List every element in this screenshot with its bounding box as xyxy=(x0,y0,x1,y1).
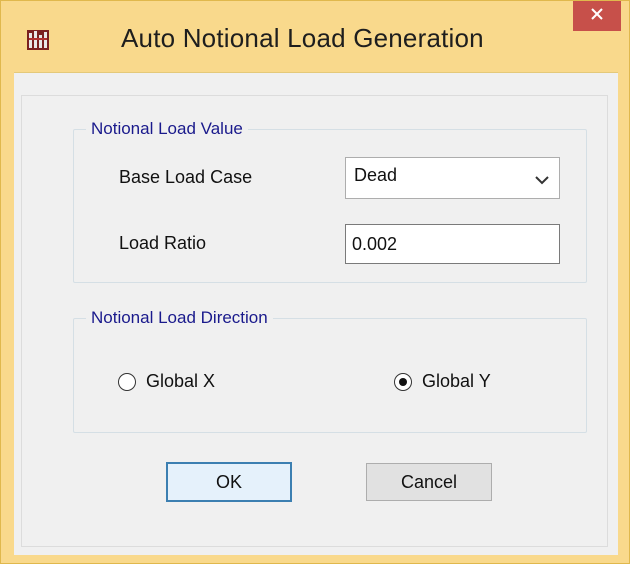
radio-label-global-x: Global X xyxy=(146,371,216,391)
base-load-case-dropdown[interactable]: Dead xyxy=(345,157,560,199)
group-legend-notional-load-value: Notional Load Value xyxy=(86,119,248,139)
dialog-body: Notional Load Value Base Load Case Dead … xyxy=(14,72,618,555)
radio-global-x[interactable]: Global X xyxy=(118,371,215,392)
base-load-case-value: Dead xyxy=(354,165,398,185)
chevron-down-icon xyxy=(535,172,549,190)
content-panel: Notional Load Value Base Load Case Dead … xyxy=(21,95,608,547)
close-icon xyxy=(590,7,604,26)
load-ratio-label: Load Ratio xyxy=(119,233,207,253)
radio-selected-dot xyxy=(399,377,407,386)
cancel-button[interactable]: Cancel xyxy=(366,463,492,501)
radio-circle-global-x xyxy=(118,372,136,391)
close-button[interactable] xyxy=(573,1,621,31)
notional-load-value-group: Notional Load Value Base Load Case Dead … xyxy=(73,119,587,283)
notional-load-direction-group: Notional Load Direction Global X Global … xyxy=(73,308,587,433)
load-ratio-input[interactable] xyxy=(345,224,560,264)
radio-global-y[interactable]: Global Y xyxy=(394,371,491,392)
group-legend-notional-load-direction: Notional Load Direction xyxy=(86,308,273,328)
dialog-window: Auto Notional Load Generation Notional L… xyxy=(0,0,630,564)
app-icon xyxy=(27,28,49,50)
radio-circle-global-y xyxy=(394,372,412,391)
title-bar[interactable]: Auto Notional Load Generation xyxy=(1,1,629,71)
base-load-case-label: Base Load Case xyxy=(119,167,253,187)
radio-label-global-y: Global Y xyxy=(422,371,491,391)
window-title: Auto Notional Load Generation xyxy=(121,23,484,53)
ok-button[interactable]: OK xyxy=(166,462,292,502)
